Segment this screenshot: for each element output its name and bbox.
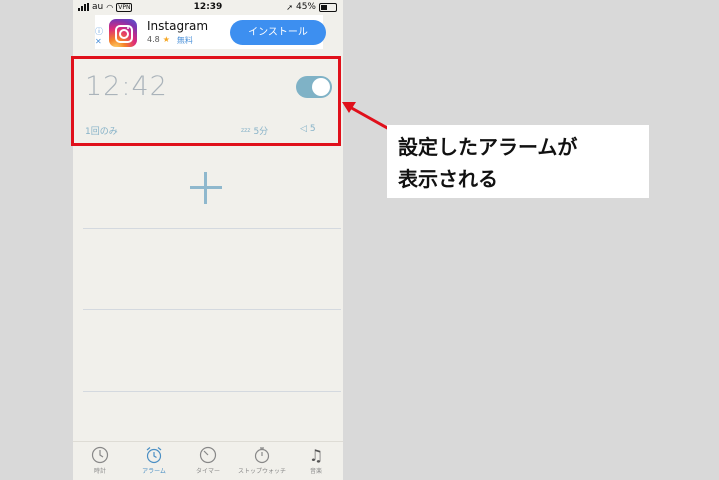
timer-icon	[199, 446, 217, 464]
alarm-clock-icon	[145, 446, 163, 464]
status-right: ➚ 45%	[286, 2, 337, 12]
ad-price: 無料	[176, 36, 193, 45]
tab-timer[interactable]: タイマー	[181, 442, 235, 480]
clock-icon	[91, 446, 109, 464]
annotation-line-2: 表示される	[398, 167, 498, 191]
list-divider	[83, 228, 341, 229]
ad-controls: ⓘ ✕	[95, 27, 103, 47]
camera-dot	[127, 27, 129, 29]
ad-close-icon[interactable]: ✕	[95, 37, 103, 47]
battery-icon	[319, 2, 337, 12]
tab-label: 時計	[93, 468, 106, 475]
tab-music[interactable]: ♫ 音楽	[289, 442, 343, 480]
tab-label: アラーム	[142, 468, 166, 475]
list-divider	[83, 309, 341, 310]
music-note-icon: ♫	[308, 445, 324, 465]
list-divider	[83, 391, 341, 392]
star-icon: ★	[162, 35, 170, 44]
ad-meta: 4.8 ★ 無料	[147, 35, 193, 46]
annotation-line-1: 設定したアラームが	[398, 135, 578, 159]
instagram-app-icon[interactable]	[109, 19, 137, 47]
tab-bar: 時計 アラーム タイマー ストップウォッチ ♫ 音楽	[73, 441, 343, 480]
tab-clock[interactable]: 時計	[73, 442, 127, 480]
ad-rating: 4.8	[147, 35, 160, 44]
tab-label: タイマー	[195, 468, 220, 475]
battery-percent: 45%	[295, 2, 316, 12]
stopwatch-icon	[253, 446, 271, 464]
ad-banner[interactable]: ⓘ ✕ Instagram 4.8 ★ 無料 インストール	[95, 15, 326, 49]
ad-app-name: Instagram	[147, 19, 209, 33]
location-icon: ➚	[286, 2, 293, 12]
add-alarm-button[interactable]	[190, 172, 222, 204]
status-bar: au ◠ VPN 12:39 ➚ 45%	[73, 0, 343, 15]
plus-icon-v	[204, 172, 207, 204]
tab-label: ストップウォッチ	[237, 468, 286, 475]
highlight-box	[71, 56, 341, 146]
tab-alarm[interactable]: アラーム	[127, 442, 181, 480]
tab-stopwatch[interactable]: ストップウォッチ	[235, 442, 289, 480]
tab-label: 音楽	[309, 468, 322, 475]
ad-info-icon[interactable]: ⓘ	[95, 27, 103, 37]
camera-lens	[119, 29, 129, 39]
annotation-callout: 設定したアラームが 表示される	[387, 125, 649, 198]
install-button[interactable]: インストール	[230, 20, 326, 45]
